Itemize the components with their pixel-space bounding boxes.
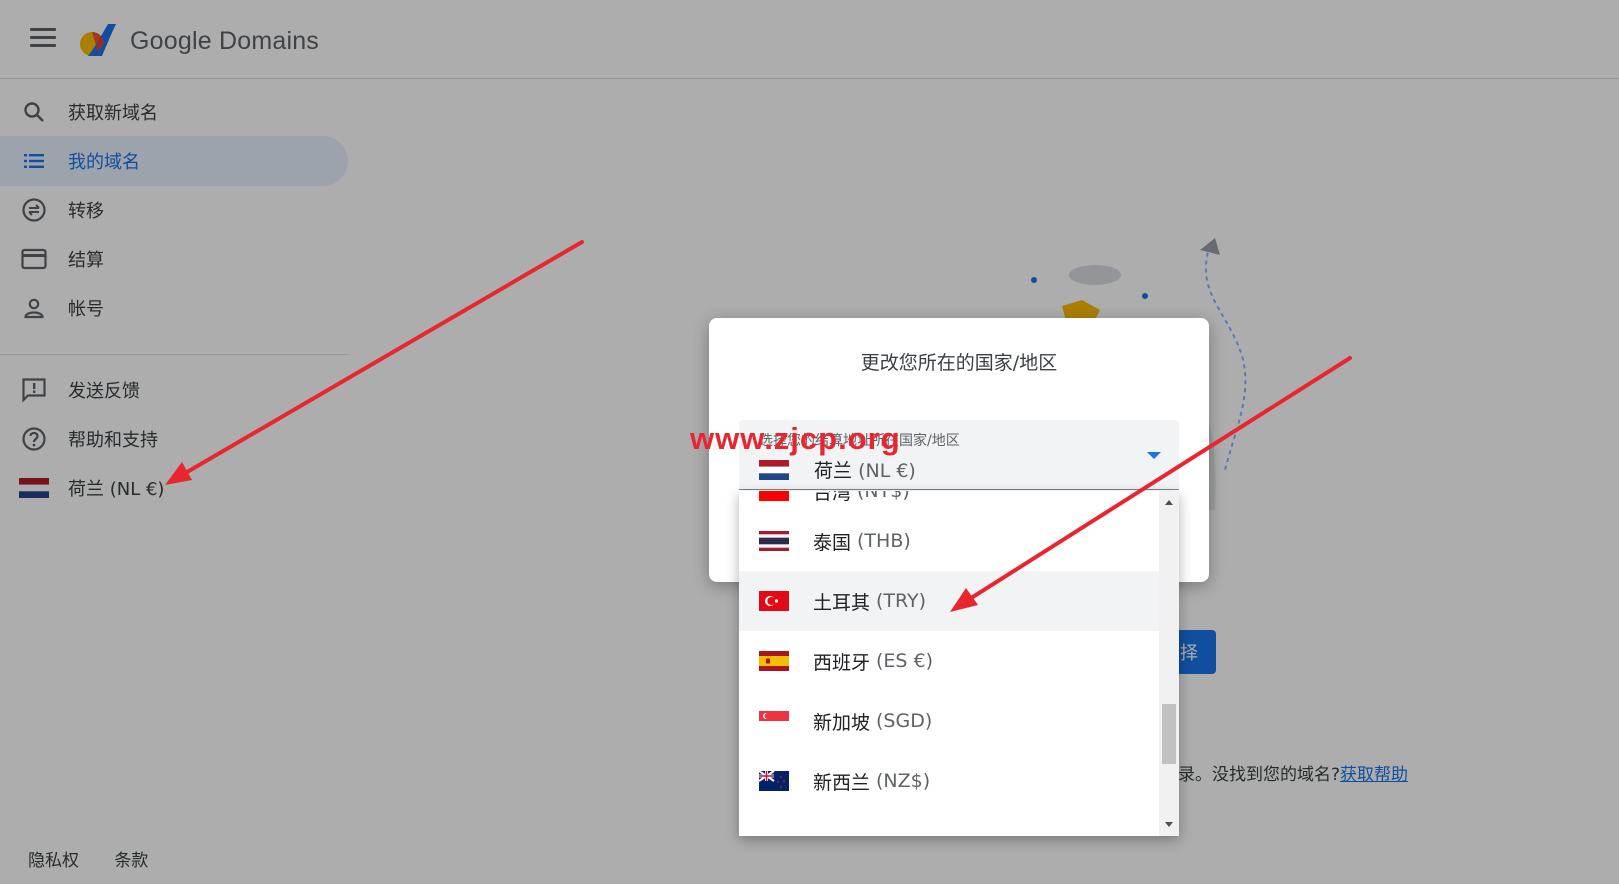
thailand-flag-icon: [759, 531, 789, 551]
watermark-text: www.zjcp.org: [690, 421, 901, 456]
spain-flag-icon: [759, 651, 789, 671]
dropdown-scrollbar[interactable]: [1159, 491, 1179, 836]
dropdown-item-spain[interactable]: 西班牙 (ES €): [739, 631, 1159, 691]
taiwan-flag-icon: [759, 491, 789, 501]
singapore-flag-icon: [759, 711, 789, 731]
turkey-flag-icon: [759, 591, 789, 611]
scroll-down-icon[interactable]: [1165, 822, 1173, 827]
dropdown-item-new-zealand[interactable]: 新西兰 (NZ$): [739, 751, 1159, 811]
dropdown-item-thailand[interactable]: 泰国 (THB): [739, 511, 1159, 571]
dropdown-arrow-icon[interactable]: [1147, 452, 1161, 459]
scrollbar-thumb[interactable]: [1162, 704, 1176, 764]
dropdown-item-turkey[interactable]: 土耳其 (TRY): [739, 571, 1159, 631]
dropdown-item-singapore[interactable]: 新加坡 (SGD): [739, 691, 1159, 751]
select-value: 荷兰 (NL €): [814, 460, 916, 482]
dialog-title: 更改您所在的国家/地区: [860, 352, 1058, 374]
new-zealand-flag-icon: [759, 771, 789, 791]
scroll-up-icon[interactable]: [1165, 500, 1173, 505]
netherlands-flag-icon: [759, 460, 789, 480]
country-dropdown-list[interactable]: 台湾 (NT$) 泰国 (THB) 土耳其 (TRY) 西班牙 (ES €) 新加坡 (S…: [739, 491, 1179, 836]
